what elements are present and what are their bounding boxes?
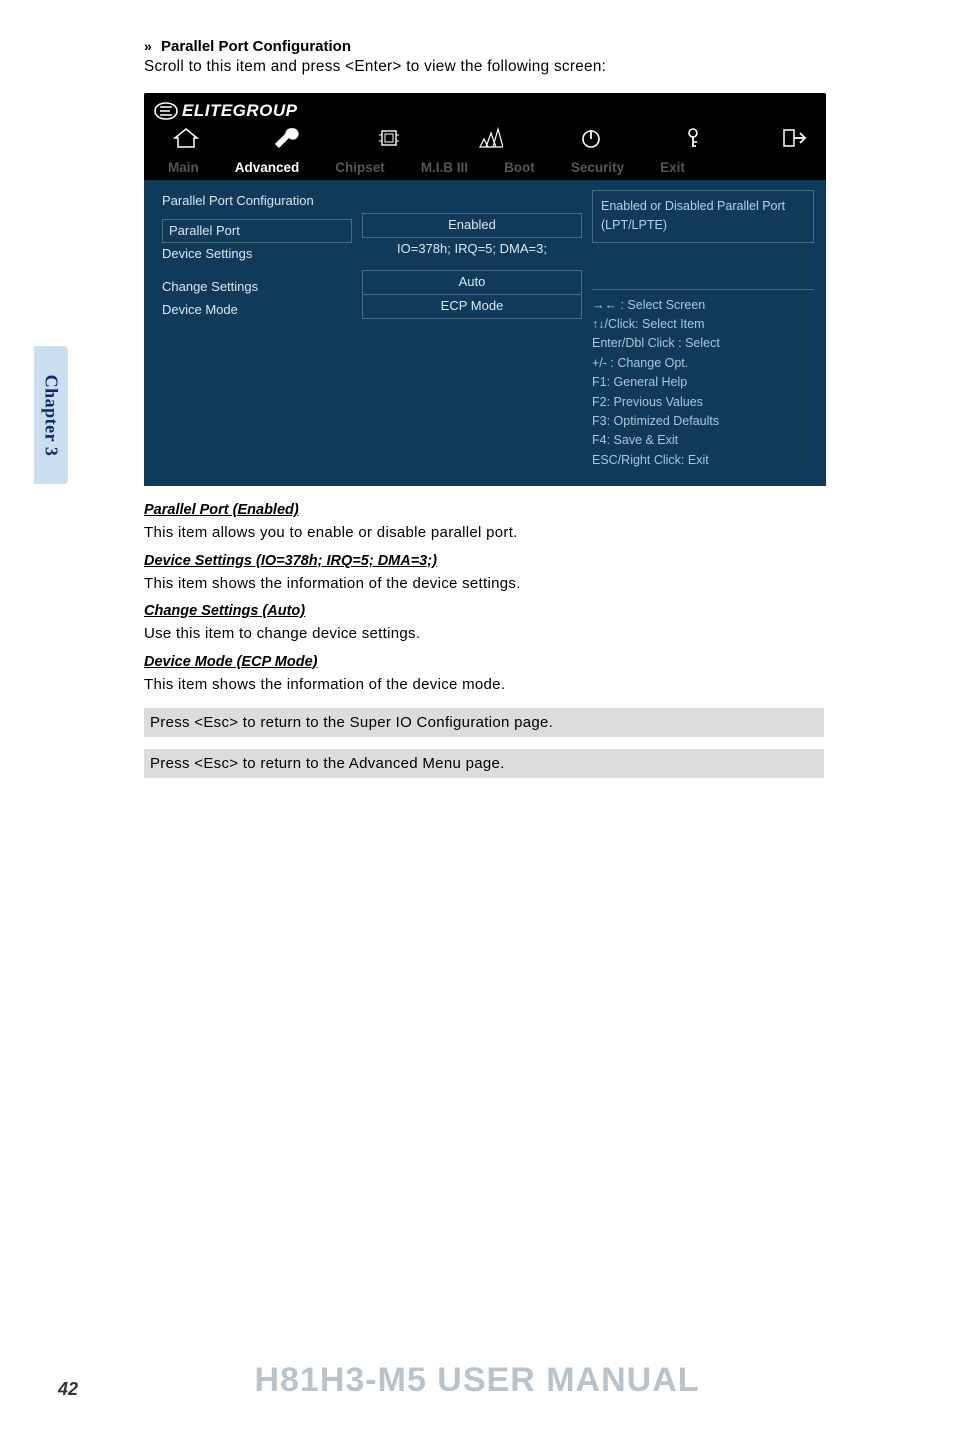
intro-paragraph: Scroll to this item and press <Enter> to… xyxy=(144,56,824,79)
chevron-right-icon: » xyxy=(144,38,149,54)
key-icon[interactable] xyxy=(671,127,714,155)
bios-value-device-settings: IO=378h; IRQ=5; DMA=3; xyxy=(362,238,582,261)
bios-item-parallel-port[interactable]: Parallel Port xyxy=(162,219,352,244)
section-title-text: Parallel Port Configuration xyxy=(161,38,351,55)
exit-icon[interactable] xyxy=(773,127,816,155)
power-icon[interactable] xyxy=(570,127,613,155)
note-bar-superio: Press <Esc> to return to the Super IO Co… xyxy=(144,708,824,737)
bios-help-box: Enabled or Disabled Parallel Port (LPT/L… xyxy=(592,190,814,243)
desc-heading-device-settings: Device Settings (IO=378h; IRQ=5; DMA=3;) xyxy=(144,553,824,569)
hint-save-exit: F4: Save & Exit xyxy=(592,431,814,450)
bios-item-device-settings: Device Settings xyxy=(162,243,352,266)
hint-general-help: F1: General Help xyxy=(592,373,814,392)
hint-change-opt: +/- : Change Opt. xyxy=(592,354,814,373)
section-header: » Parallel Port Configuration xyxy=(144,38,824,56)
tab-chipset[interactable]: Chipset xyxy=(331,159,389,176)
hint-esc-exit: ESC/Right Click: Exit xyxy=(592,451,814,470)
chapter-label: Chapter 3 xyxy=(41,374,62,456)
desc-heading-parallel-port: Parallel Port (Enabled) xyxy=(144,502,824,518)
hint-select-item: ↑↓/Click: Select Item xyxy=(592,315,814,334)
tab-mib[interactable]: M.I.B III xyxy=(417,159,472,176)
desc-text-device-mode: This item shows the information of the d… xyxy=(144,674,824,697)
footer-title: H81H3-M5 USER MANUAL xyxy=(0,1361,954,1400)
bios-logo: ELITEGROUP xyxy=(154,101,298,121)
desc-text-device-settings: This item shows the information of the d… xyxy=(144,573,824,596)
bios-key-hints: →← : Select Screen ↑↓/Click: Select Item… xyxy=(592,289,814,470)
chapter-side-tab: Chapter 3 xyxy=(34,346,68,484)
bios-panel-heading: Parallel Port Configuration xyxy=(162,190,352,213)
bios-item-device-mode[interactable]: Device Mode xyxy=(162,299,352,322)
hint-previous-values: F2: Previous Values xyxy=(592,393,814,412)
signal-icon[interactable] xyxy=(468,127,511,155)
bios-logo-text: ELITEGROUP xyxy=(182,101,298,121)
desc-heading-device-mode: Device Mode (ECP Mode) xyxy=(144,654,824,670)
bios-value-parallel-port[interactable]: Enabled xyxy=(362,213,582,238)
bios-value-change-settings[interactable]: Auto xyxy=(362,270,582,295)
hint-enter-select: Enter/Dbl Click : Select xyxy=(592,334,814,353)
page-number: 42 xyxy=(58,1379,78,1400)
desc-heading-change-settings: Change Settings (Auto) xyxy=(144,603,824,619)
bios-screenshot: ELITEGROUP xyxy=(144,93,826,486)
hint-select-screen: →← : Select Screen xyxy=(592,296,814,315)
desc-text-change-settings: Use this item to change device settings. xyxy=(144,623,824,646)
bios-value-device-mode[interactable]: ECP Mode xyxy=(362,295,582,319)
chip-icon[interactable] xyxy=(367,127,410,155)
bios-item-change-settings[interactable]: Change Settings xyxy=(162,276,352,299)
home-icon[interactable] xyxy=(164,127,207,155)
note-bar-advanced: Press <Esc> to return to the Advanced Me… xyxy=(144,749,824,778)
tab-exit[interactable]: Exit xyxy=(656,159,689,176)
tab-security[interactable]: Security xyxy=(567,159,628,176)
hint-optimized-defaults: F3: Optimized Defaults xyxy=(592,412,814,431)
tab-boot[interactable]: Boot xyxy=(500,159,539,176)
bios-tab-row: Main Advanced Chipset M.I.B III Boot Sec… xyxy=(144,157,826,180)
ecs-logo-icon xyxy=(154,102,178,120)
tab-main[interactable]: Main xyxy=(164,159,203,176)
wrench-icon[interactable] xyxy=(265,127,308,155)
desc-text-parallel-port: This item allows you to enable or disabl… xyxy=(144,522,824,545)
tab-advanced[interactable]: Advanced xyxy=(231,159,304,176)
